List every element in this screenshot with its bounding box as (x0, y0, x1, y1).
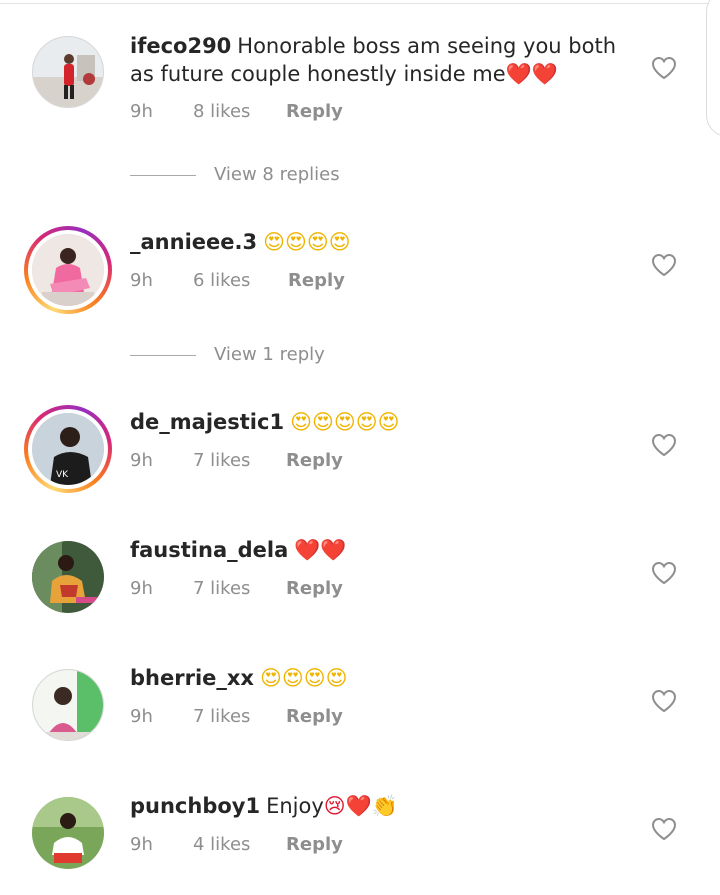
comment-meta: 9h 6 likes Reply (130, 270, 345, 291)
comment-text: Enjoy (266, 794, 324, 818)
comment-body: faustina_dela ❤️❤️ (130, 536, 630, 564)
heart-outline-icon[interactable] (651, 56, 677, 80)
comment-likes[interactable]: 7 likes (193, 578, 250, 599)
comment-emojis: 😍😍😍😍 (259, 666, 348, 690)
comment-meta: 9h 7 likes Reply (130, 450, 343, 471)
comment-meta: 9h 4 likes Reply (130, 834, 343, 855)
heart-outline-icon[interactable] (651, 433, 677, 457)
heart-outline-icon[interactable] (651, 561, 677, 585)
comment-likes[interactable]: 7 likes (193, 450, 250, 471)
heart-outline-icon[interactable] (651, 817, 677, 841)
reply-button[interactable]: Reply (286, 450, 343, 471)
comment-emojis: ❤️❤️ (505, 62, 558, 86)
replies-divider (130, 355, 196, 356)
avatar[interactable] (32, 669, 104, 741)
comment-likes[interactable]: 4 likes (193, 834, 250, 855)
comment-body: de_majestic1 😍😍😍😍😍 (130, 408, 630, 436)
comment-emojis: ❤️❤️ (294, 538, 347, 562)
comment-time: 9h (130, 706, 153, 727)
comment-body: ifeco290 Honorable boss am seeing you bot… (130, 32, 630, 88)
reply-button[interactable]: Reply (286, 834, 343, 855)
comment-emojis: 😍😍😍😍😍 (290, 410, 400, 434)
reply-button[interactable]: Reply (286, 706, 343, 727)
avatar[interactable] (32, 36, 104, 108)
comment-likes[interactable]: 6 likes (193, 270, 250, 291)
comment-body: bherrie_xx 😍😍😍😍 (130, 664, 630, 692)
avatar[interactable]: VK (32, 413, 104, 485)
reply-button[interactable]: Reply (288, 270, 345, 291)
side-panel-edge (706, 0, 720, 137)
avatar[interactable] (32, 234, 104, 306)
comment-likes[interactable]: 7 likes (193, 706, 250, 727)
view-replies-button[interactable]: View 1 reply (130, 344, 390, 368)
comment-username[interactable]: punchboy1 (130, 794, 260, 818)
svg-text:VK: VK (56, 470, 69, 480)
story-ring[interactable] (24, 226, 112, 314)
view-replies-button[interactable]: View 8 replies (130, 164, 390, 188)
heart-outline-icon[interactable] (651, 253, 677, 277)
comment-meta: 9h 8 likes Reply (130, 101, 343, 122)
comment-username[interactable]: _annieee.3 (130, 230, 257, 254)
avatar[interactable] (32, 797, 104, 869)
comment-emojis: 😍😍😍😍 (263, 230, 351, 254)
comment-time: 9h (130, 270, 153, 291)
reply-button[interactable]: Reply (286, 578, 343, 599)
reply-button[interactable]: Reply (286, 101, 343, 122)
top-divider (0, 3, 720, 4)
comment-meta: 9h 7 likes Reply (130, 706, 343, 727)
comment-time: 9h (130, 834, 153, 855)
comment-username[interactable]: de_majestic1 (130, 410, 284, 434)
comment-time: 9h (130, 101, 153, 122)
view-replies-label[interactable]: View 8 replies (214, 164, 340, 185)
comment-likes[interactable]: 8 likes (193, 101, 250, 122)
story-ring[interactable]: VK (24, 405, 112, 493)
comment-time: 9h (130, 578, 153, 599)
view-replies-label[interactable]: View 1 reply (214, 344, 325, 365)
comment-username[interactable]: bherrie_xx (130, 666, 254, 690)
replies-divider (130, 175, 196, 176)
comment-emojis: 😢❤️👏 (323, 794, 398, 818)
comment-body: _annieee.3 😍😍😍😍 (130, 228, 630, 256)
comment-time: 9h (130, 450, 153, 471)
comment-body: punchboy1 Enjoy😢❤️👏 (130, 792, 630, 820)
comment-username[interactable]: ifeco290 (130, 34, 231, 58)
comment-meta: 9h 7 likes Reply (130, 578, 343, 599)
avatar[interactable] (32, 541, 104, 613)
comment-username[interactable]: faustina_dela (130, 538, 288, 562)
heart-outline-icon[interactable] (651, 689, 677, 713)
